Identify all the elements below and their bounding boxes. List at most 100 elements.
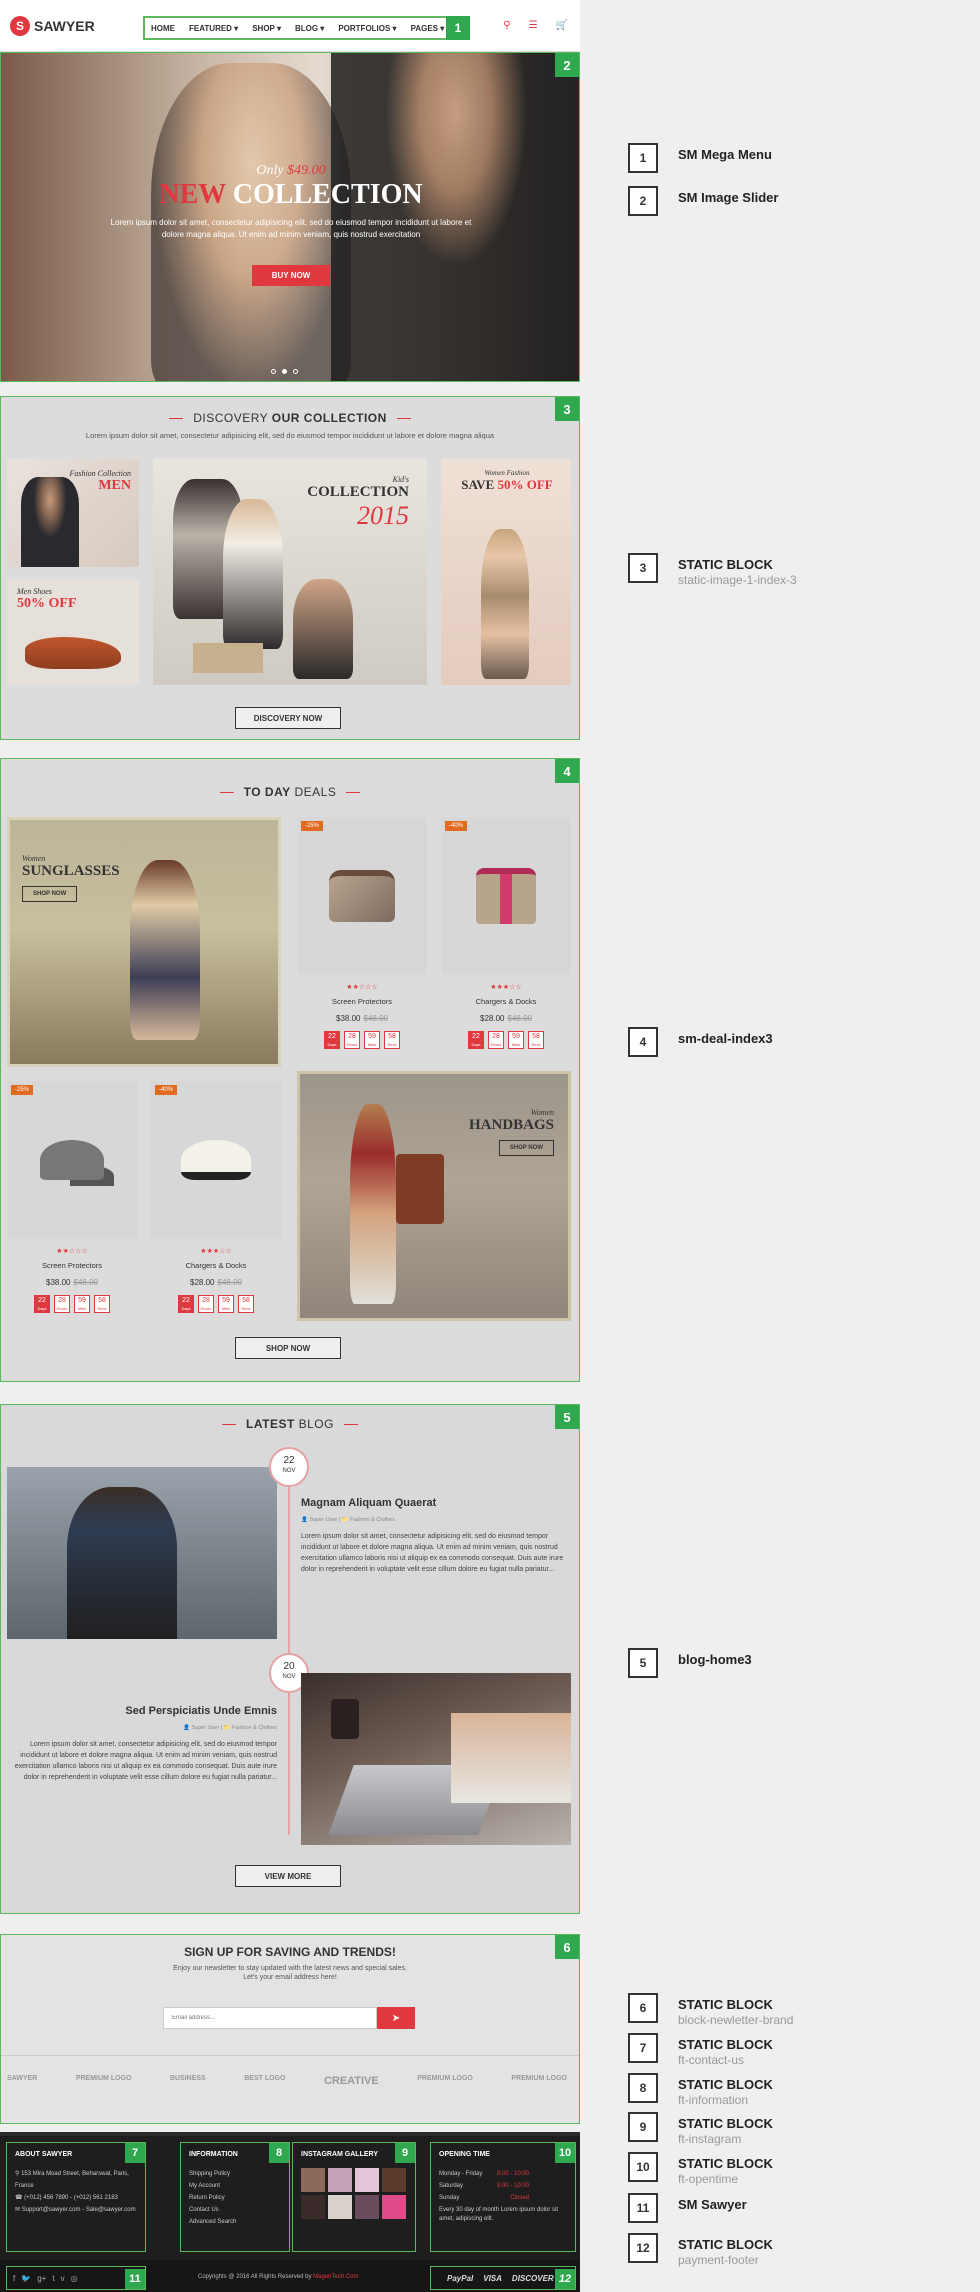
open-day: Sunday: [439, 2195, 460, 2201]
menu-item-shop[interactable]: SHOP ▾: [252, 24, 281, 33]
promo-women[interactable]: Women Fashion SAVE 50% OFF: [441, 459, 571, 685]
product-image: [7, 1081, 137, 1239]
legend-item: 9 STATIC BLOCK ft-instagram: [628, 2112, 958, 2146]
newsletter-desc-1: Enjoy our newsletter to stay updated wit…: [173, 1965, 407, 1972]
instagram-thumb[interactable]: [328, 2195, 352, 2219]
handbags-big-text: HANDBAGS: [468, 1117, 554, 1133]
email-input[interactable]: [163, 2007, 377, 2029]
section-badge: 5: [555, 1405, 579, 1429]
legend-title: sm-deal-index3: [678, 1031, 773, 1046]
blog-heading-thin: BLOG: [294, 1417, 334, 1431]
newsletter-desc-2: Let's your email address here!: [243, 1974, 337, 1981]
countdown: 22 Days 28 Hours 59 Mins 58 Secs: [151, 1295, 281, 1313]
menu-icon[interactable]: ☰: [529, 20, 538, 31]
slider-dot[interactable]: [271, 369, 276, 374]
slider-dot[interactable]: [293, 369, 298, 374]
legend-title: STATIC BLOCK: [678, 2156, 773, 2171]
blog-image-2[interactable]: [301, 1673, 571, 1845]
search-icon[interactable]: ⚲: [503, 20, 510, 31]
instagram-thumb[interactable]: [301, 2195, 325, 2219]
woman-image: [350, 1104, 396, 1304]
legend-title: blog-home3: [678, 1652, 752, 1667]
discovery-now-button[interactable]: DISCOVERY NOW: [235, 707, 341, 729]
shop-now-sunglasses-button[interactable]: SHOP NOW: [22, 886, 78, 902]
menu-item-pages[interactable]: PAGES ▾: [411, 24, 445, 33]
shop-now-handbags-button[interactable]: SHOP NOW: [498, 1140, 554, 1156]
footer-instagram: 9 INSTAGRAM GALLERY: [292, 2142, 416, 2252]
brand-logo[interactable]: PREMIUM LOGO: [76, 2075, 132, 2087]
footer-link[interactable]: Return Policy: [189, 2192, 281, 2204]
deal-product-3[interactable]: -25% ★★☆☆☆ Screen Protectors $38.00 $48.0…: [7, 1081, 137, 1321]
instagram-thumb[interactable]: [355, 2168, 379, 2192]
blog-post-title[interactable]: Magnam Aliquam Quaerat: [301, 1497, 571, 1509]
promo-men[interactable]: Fashion Collection MEN: [7, 459, 139, 567]
instagram-thumb[interactable]: [355, 2195, 379, 2219]
image-slider[interactable]: 2 Only $49.00 NEW COLLECTION Lorem ipsum…: [0, 52, 580, 382]
promo-kids[interactable]: Kid's COLLECTION 2015: [153, 459, 427, 685]
product-name[interactable]: Chargers & Docks: [441, 997, 571, 1006]
send-button[interactable]: ➤: [377, 2007, 415, 2029]
open-note: Every 30 day of month Lorem ipsum dolor …: [439, 2207, 559, 2222]
facebook-icon[interactable]: f: [13, 2274, 15, 2283]
menu-item-featured[interactable]: FEATURED ▾: [189, 24, 238, 33]
slider-only-label: Only: [256, 163, 284, 178]
legend-title: SM Sawyer: [678, 2197, 747, 2212]
product-name[interactable]: Screen Protectors: [7, 1261, 137, 1270]
banner-handbags[interactable]: Women HANDBAGS SHOP NOW: [297, 1071, 571, 1321]
deal-product-4[interactable]: -40% ★★★☆☆ Chargers & Docks $28.00 $48.00…: [151, 1081, 281, 1321]
deal-product-1[interactable]: -25% ★★☆☆☆ Screen Protectors $38.00 $48.0…: [297, 817, 427, 1057]
discount-tag: -25%: [301, 821, 324, 831]
countdown: 22 Days 28 Hours 59 Mins 58 Secs: [441, 1031, 571, 1049]
brand-logo[interactable]: BEST LOGO: [244, 2075, 285, 2087]
women-big-b: 50% OFF: [497, 477, 553, 492]
collection-subtitle: Lorem ipsum dolor sit amet, consectetur …: [85, 431, 495, 440]
menu-item-home[interactable]: HOME: [151, 24, 175, 33]
menu-item-blog[interactable]: BLOG ▾: [295, 24, 324, 33]
vimeo-icon[interactable]: v: [61, 2274, 65, 2283]
handbags-small-text: Women: [530, 1108, 554, 1117]
google-plus-icon[interactable]: g+: [37, 2274, 46, 2283]
dribbble-icon[interactable]: ◎: [71, 2274, 78, 2283]
newsletter-form: ➤: [163, 2007, 415, 2029]
shop-now-button[interactable]: SHOP NOW: [235, 1337, 341, 1359]
blog-image-1[interactable]: [7, 1467, 277, 1639]
product-name[interactable]: Chargers & Docks: [151, 1261, 281, 1270]
slider-dot[interactable]: [282, 369, 287, 374]
brand-logo[interactable]: BUSINESS: [170, 2075, 206, 2087]
site-logo[interactable]: S SAWYER: [10, 15, 95, 36]
cart-icon[interactable]: 🛒: [556, 20, 568, 31]
brand-logo[interactable]: CREATIVE: [324, 2075, 379, 2087]
deals-heading-bold: TO DAY: [243, 785, 291, 799]
legend-number: 6: [628, 1993, 658, 2023]
page: 2 Only $49.00 NEW COLLECTION Lorem ipsum…: [0, 0, 980, 2292]
instagram-thumb[interactable]: [301, 2168, 325, 2192]
footer-link[interactable]: Advanced Search: [189, 2216, 281, 2228]
instagram-thumb[interactable]: [382, 2168, 406, 2192]
instagram-thumb[interactable]: [382, 2195, 406, 2219]
view-more-button[interactable]: VIEW MORE: [235, 1865, 341, 1887]
menu-item-portfolios[interactable]: PORTFOLIOS ▾: [338, 24, 396, 33]
deal-product-2[interactable]: -40% ★★★☆☆ Chargers & Docks $28.00 $48.00…: [441, 817, 571, 1057]
brand-logo[interactable]: PREMIUM LOGO: [417, 2075, 473, 2087]
brand-logo[interactable]: PREMIUM LOGO: [511, 2075, 567, 2087]
blog-heading: LATEST BLOG: [1, 1417, 579, 1431]
blog-post-author: Super User: [309, 1517, 338, 1523]
blog-post-title[interactable]: Sed Perspiciatis Unde Emnis: [11, 1705, 277, 1717]
footer-phone: (+012) 456 7890 - (+012) 561 2183: [24, 2195, 118, 2201]
blog-heading-bold: LATEST: [246, 1417, 295, 1431]
banner-sunglasses[interactable]: Women SUNGLASSES SHOP NOW: [7, 817, 281, 1067]
copyright-link[interactable]: MagenTech.Com: [313, 2274, 358, 2280]
buy-now-button[interactable]: BUY NOW: [251, 265, 331, 286]
promo-shoes[interactable]: Men Shoes 50% OFF: [7, 579, 139, 685]
instagram-thumb[interactable]: [328, 2168, 352, 2192]
footer-link[interactable]: Contact Us: [189, 2204, 281, 2216]
footer-link[interactable]: Shipping Policy: [189, 2168, 281, 2180]
footer-link[interactable]: My Account: [189, 2180, 281, 2192]
slider-pagination: [271, 369, 298, 374]
legend-item: 6 STATIC BLOCK block-newletter-brand: [628, 1993, 958, 2027]
tumblr-icon[interactable]: t: [52, 2274, 54, 2283]
twitter-icon[interactable]: 🐦: [21, 2274, 31, 2283]
blog-post-2: Sed Perspiciatis Unde Emnis 👤 Super User…: [11, 1705, 277, 1783]
product-name[interactable]: Screen Protectors: [297, 997, 427, 1006]
brand-logo[interactable]: SAWYER: [7, 2075, 37, 2087]
